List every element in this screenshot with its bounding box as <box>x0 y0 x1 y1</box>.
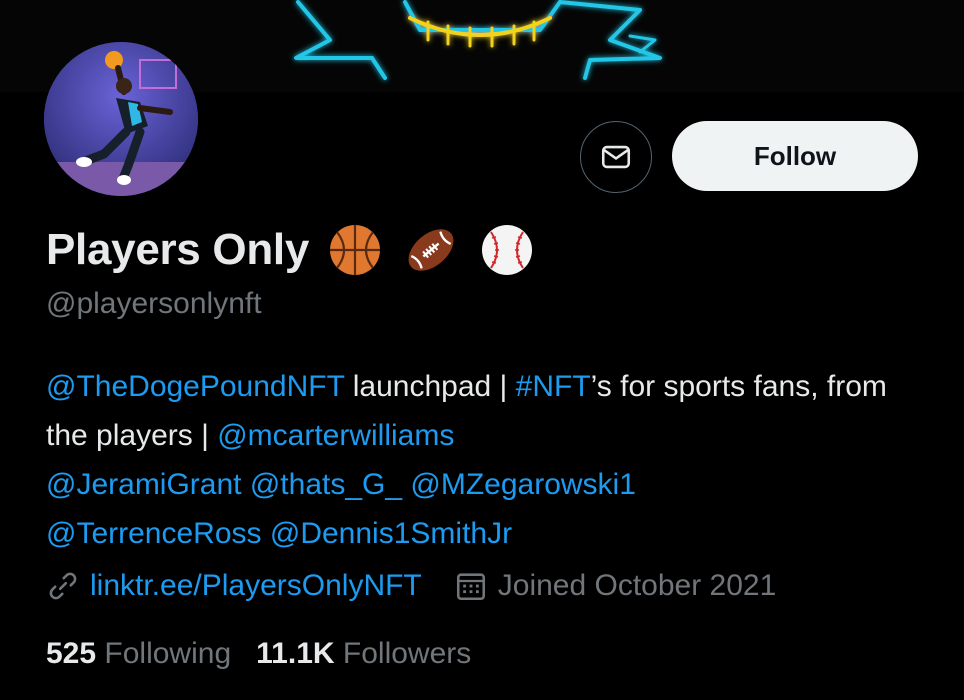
followers-stat[interactable]: 11.1K Followers <box>256 637 471 670</box>
mention-link[interactable]: @TheDogePoundNFT <box>46 370 344 403</box>
website-link[interactable]: linktr.ee/PlayersOnlyNFT <box>90 569 422 603</box>
message-button[interactable] <box>580 121 652 193</box>
link-icon <box>49 572 77 600</box>
follow-button[interactable]: Follow <box>672 121 918 191</box>
avatar-image <box>44 42 198 196</box>
basketball-emoji <box>330 225 380 275</box>
profile-bio: @TheDogePoundNFT launchpad | #NFT’s for … <box>46 362 926 558</box>
mention-link[interactable]: @mcarterwilliams <box>217 419 454 452</box>
bio-text: launchpad | <box>344 370 516 403</box>
baseball-emoji <box>482 225 532 275</box>
followers-label: Followers <box>342 637 472 670</box>
mention-link[interactable]: @TerrenceRoss <box>46 517 262 550</box>
following-label: Following <box>104 637 232 670</box>
joined-date: Joined October 2021 <box>497 569 777 602</box>
profile-meta: linktr.ee/PlayersOnlyNFT Joined October … <box>46 569 776 603</box>
followers-count: 11.1K <box>256 637 335 670</box>
mention-link[interactable]: @MZegarowski1 <box>410 468 636 501</box>
mention-link[interactable]: @thats_G_ <box>250 468 402 501</box>
following-count: 525 <box>46 637 97 670</box>
football-emoji <box>408 229 454 271</box>
profile-handle: @playersonlynft <box>46 287 262 320</box>
envelope-icon <box>601 145 631 169</box>
profile-avatar[interactable] <box>44 42 198 196</box>
follow-stats: 525 Following 11.1K Followers <box>46 637 471 671</box>
hashtag-link[interactable]: #NFT <box>516 370 591 403</box>
following-stat[interactable]: 525 Following <box>46 637 231 670</box>
display-name: Players Only <box>46 225 309 274</box>
mention-link[interactable]: @JeramiGrant <box>46 468 242 501</box>
calendar-icon <box>456 573 485 601</box>
mention-link[interactable]: @Dennis1SmithJr <box>270 517 512 550</box>
display-name-row: Players Only <box>46 222 535 278</box>
